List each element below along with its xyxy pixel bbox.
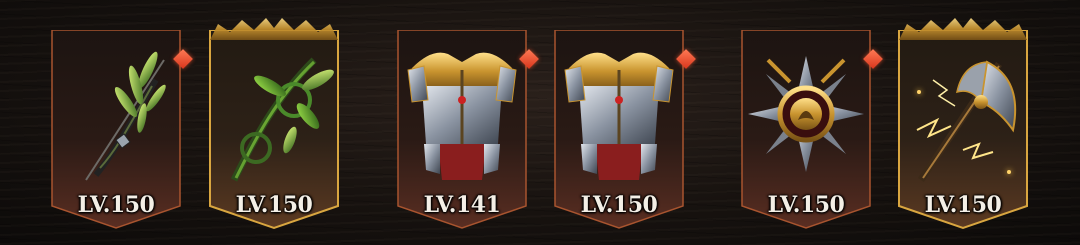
leaf-bow-icon [56, 40, 176, 190]
lightning-axe-icon [903, 40, 1023, 190]
equipment-slot-2[interactable]: LV.150 [208, 18, 340, 230]
chest-armor-icon [559, 40, 679, 190]
level-label: LV.150 [767, 192, 845, 218]
sparkle-icon [917, 90, 921, 94]
level-label: LV.150 [235, 192, 313, 218]
vine-bow-icon [214, 40, 334, 190]
gold-crest-icon [210, 18, 338, 40]
level-label: LV.150 [924, 192, 1002, 218]
equipment-slot-1[interactable]: LV.150 [50, 30, 193, 230]
sparkle-icon [1007, 170, 1011, 174]
level-label: LV.150 [580, 192, 658, 218]
equipment-slot-6[interactable]: LV.150 [897, 18, 1029, 230]
level-label: LV.150 [77, 192, 155, 218]
equipment-slot-3[interactable]: LV.141 [396, 30, 539, 230]
equipment-slot-5[interactable]: LV.150 [740, 30, 883, 230]
medal-emblem-icon [746, 40, 866, 190]
level-label: LV.141 [423, 192, 501, 218]
chest-armor-icon [402, 40, 522, 190]
equipment-slot-4[interactable]: LV.150 [553, 30, 696, 230]
gold-crest-icon [899, 18, 1027, 40]
